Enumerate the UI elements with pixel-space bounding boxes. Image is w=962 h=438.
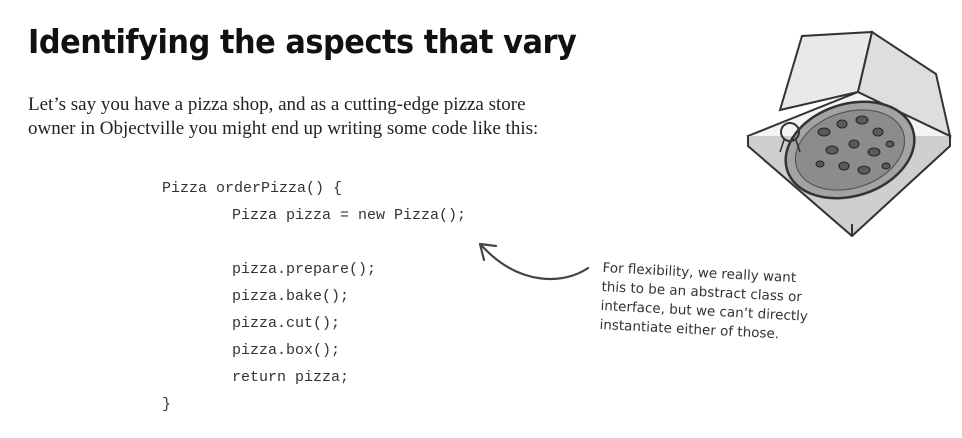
- intro-paragraph: Let’s say you have a pizza shop, and as …: [28, 93, 648, 141]
- intro-line: owner in Objectville you might end up wr…: [28, 118, 539, 139]
- page-title: Identifying the aspects that vary: [28, 22, 577, 61]
- code-line: pizza.cut();: [232, 315, 341, 332]
- code-line: pizza.box();: [232, 342, 341, 359]
- pizza-box-icon: [746, 30, 952, 238]
- curved-arrow-icon: [478, 242, 590, 281]
- handwritten-annotation: For flexibility, we really want this to …: [599, 259, 853, 348]
- code-line: }: [162, 396, 172, 413]
- intro-line: Let’s say you have a pizza shop, and as …: [28, 94, 526, 115]
- code-line: pizza.bake();: [232, 288, 350, 305]
- code-line: pizza.prepare();: [232, 261, 377, 278]
- code-line: Pizza orderPizza() {: [162, 180, 343, 197]
- code-line: Pizza pizza = new Pizza();: [232, 207, 467, 224]
- book-page: Identifying the aspects that vary Let’s …: [0, 0, 962, 438]
- code-line: return pizza;: [232, 369, 350, 386]
